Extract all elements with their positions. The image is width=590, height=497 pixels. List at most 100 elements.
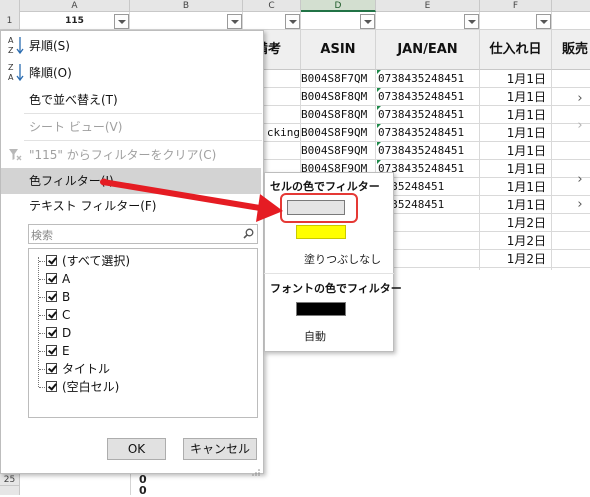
cell-jan[interactable]: 0738435248451 [378, 124, 478, 142]
chevron-right-icon: › [577, 91, 583, 106]
chevron-right-icon: › [577, 172, 583, 187]
checkbox[interactable] [46, 291, 57, 302]
column-letter: D [334, 1, 342, 11]
cell-asin[interactable]: B004S8F9QM [301, 124, 376, 142]
highlight-box [280, 193, 358, 223]
cell-date[interactable]: 1月1日 [480, 196, 552, 214]
resize-grip-icon[interactable] [251, 465, 261, 476]
column-letter: A [71, 1, 78, 11]
checkbox[interactable] [46, 363, 57, 374]
filter-value-item[interactable]: C [62, 307, 70, 323]
header-cell-g[interactable] [552, 12, 590, 30]
cell-jan[interactable]: 0738435248451 [378, 88, 478, 106]
menu-sheet-view: シート ビュー(V) [29, 120, 123, 134]
filter-value-item[interactable]: (すべて選択) [62, 253, 130, 269]
filter-dropdown-button-d[interactable] [360, 14, 375, 29]
checkbox[interactable] [46, 327, 57, 338]
header-label-jan[interactable]: JAN/EAN [376, 30, 480, 70]
tree-line [39, 369, 45, 370]
black-font-swatch[interactable] [296, 302, 346, 316]
tree-line [38, 257, 39, 387]
column-letter: B [182, 1, 190, 11]
cell-date[interactable]: 1月1日 [480, 124, 552, 142]
cell-date[interactable]: 1月1日 [480, 142, 552, 160]
search-input[interactable]: 検索 [28, 224, 258, 244]
tree-line [39, 279, 45, 280]
cell-date[interactable]: 1月1日 [480, 106, 552, 124]
filter-dropdown-button-b[interactable] [227, 14, 242, 29]
filter-dropdown-button-e[interactable] [464, 14, 479, 29]
cell-date[interactable]: 1月2日 [480, 214, 552, 232]
checkbox[interactable] [46, 381, 57, 392]
cell-jan[interactable]: 0738435248451 [378, 142, 478, 160]
tree-line [39, 351, 45, 352]
column-header-f[interactable]: F [480, 0, 552, 12]
chevron-right-icon: › [577, 197, 583, 212]
column-letter: F [512, 1, 519, 11]
cell-c-partial[interactable]: cking [263, 124, 300, 142]
column-letter: E [424, 1, 431, 11]
filter-dropdown-button-f[interactable] [536, 14, 551, 29]
filter-value-item[interactable]: タイトル [62, 361, 110, 377]
red-arrow-annotation [100, 178, 283, 222]
cell-date[interactable]: 1月1日 [480, 88, 552, 106]
header-label-date[interactable]: 仕入れ日 [480, 30, 552, 70]
menu-clear-filter: "115" からフィルターをクリア(C) [29, 148, 217, 162]
column-header-c[interactable]: C [243, 0, 301, 12]
cell-color-header: セルの色でフィルター [270, 180, 380, 193]
cancel-button[interactable]: キャンセル [183, 438, 257, 460]
column-header-g[interactable] [552, 0, 590, 12]
filter-value-item[interactable]: A [62, 271, 70, 287]
menu-sort-ascending[interactable]: 昇順(S) [1, 33, 261, 59]
auto-option[interactable]: 自動 [304, 328, 326, 344]
no-fill-option[interactable]: 塗りつぶしなし [304, 251, 381, 267]
checkbox[interactable] [46, 345, 57, 356]
header-label-sales[interactable]: 販売 [552, 30, 590, 70]
ok-button[interactable]: OK [107, 438, 166, 460]
checkbox[interactable] [46, 309, 57, 320]
row-number[interactable]: 25 [0, 474, 20, 486]
menu-sort-descending[interactable]: 降順(O) [1, 60, 261, 86]
filter-value-item[interactable]: (空白セル) [62, 379, 119, 395]
filter-dropdown-button-c[interactable] [285, 14, 300, 29]
column-header-e[interactable]: E [376, 0, 480, 12]
yellow-fill-swatch[interactable] [296, 225, 346, 239]
cell-date[interactable]: 1月1日 [480, 70, 552, 88]
cell-asin[interactable]: B004S8F9QM [301, 142, 376, 160]
search-icon[interactable] [243, 228, 254, 239]
cell-text: 115 [65, 16, 84, 26]
cell-date[interactable]: 1月1日 [480, 178, 552, 196]
checkbox[interactable] [46, 273, 57, 284]
submenu-separator [264, 273, 394, 274]
cell-date[interactable]: 1月1日 [480, 160, 552, 178]
filter-dropdown-button-a[interactable] [114, 14, 129, 29]
cell-b-bottom[interactable]: 0 0 [130, 473, 243, 497]
tree-line [39, 333, 45, 334]
menu-sort-by-color[interactable]: 色で並べ替え(T) [1, 87, 261, 113]
cell-asin[interactable]: B004S8F7QM [301, 70, 376, 88]
cell-asin[interactable]: B004S8F8QM [301, 88, 376, 106]
tree-line [39, 297, 45, 298]
cell-asin[interactable]: B004S8F8QM [301, 106, 376, 124]
cell-jan[interactable]: 0738435248451 [378, 106, 478, 124]
filter-value-list[interactable]: (すべて選択) A B C D E タイトル (空白セル) [28, 248, 258, 418]
cell-date[interactable]: 1月2日 [480, 232, 552, 250]
cell-date[interactable]: 1月2日 [480, 250, 552, 268]
column-header-d[interactable]: D [301, 0, 376, 12]
column-header-b[interactable]: B [130, 0, 243, 12]
menu-separator [24, 140, 262, 141]
row-number[interactable]: 1 [0, 12, 20, 30]
filter-value-item[interactable]: B [62, 289, 70, 305]
tree-line [39, 387, 45, 388]
font-color-header: フォントの色でフィルター [270, 282, 402, 295]
tree-line [39, 261, 45, 262]
search-placeholder: 検索 [31, 229, 53, 242]
column-header-a[interactable]: A [20, 0, 130, 12]
checkbox[interactable] [46, 255, 57, 266]
filter-value-item[interactable]: D [62, 325, 71, 341]
row-number[interactable] [0, 486, 20, 495]
cell-jan[interactable]: 0738435248451 [378, 70, 478, 88]
header-label-asin[interactable]: ASIN [301, 30, 376, 70]
tree-line [39, 315, 45, 316]
filter-value-item[interactable]: E [62, 343, 70, 359]
